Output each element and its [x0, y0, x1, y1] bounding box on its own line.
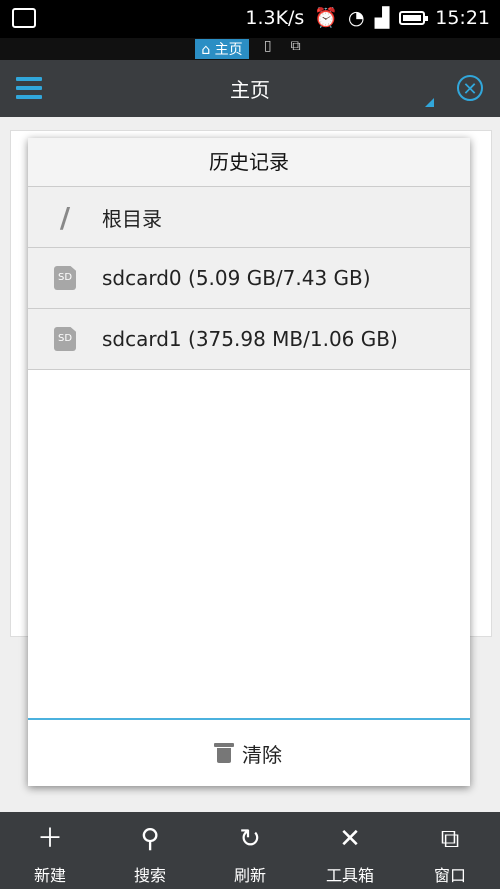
history-item-root[interactable]: / 根目录 [28, 187, 470, 248]
history-item-label: 根目录 [102, 206, 162, 231]
app-header: 主页 ✕ [0, 60, 500, 117]
new-button-label: 新建 [33, 866, 66, 885]
slash-icon: / [59, 200, 71, 234]
toolbox-button-label: 工具箱 [325, 866, 374, 885]
status-right: 1.3K/s ⏰ ◔ ▟ 15:21 [245, 6, 490, 30]
search-button-label: 搜索 [133, 866, 166, 885]
window-tab-bar: ⌂ 主页 ▯ ⧉ [0, 38, 500, 60]
history-item-sdcard0[interactable]: SD sdcard0 (5.09 GB/7.43 GB) [28, 248, 470, 309]
refresh-icon: ↻ [239, 824, 261, 854]
clear-button-label: 清除 [242, 742, 282, 767]
bottom-toolbar: ＋ 新建 ⚲ 搜索 ↻ 刷新 ✕ 工具箱 ⧉ 窗口 [0, 812, 500, 889]
close-icon[interactable]: ✕ [457, 75, 483, 101]
dropdown-indicator-icon[interactable] [425, 98, 434, 107]
tab-home[interactable]: ⌂ 主页 [195, 39, 249, 59]
clear-button[interactable]: 清除 [28, 718, 470, 786]
tools-icon: ✕ [339, 824, 361, 854]
status-bar: 1.3K/s ⏰ ◔ ▟ 15:21 [0, 0, 500, 38]
history-item-label: sdcard1 (375.98 MB/1.06 GB) [102, 327, 398, 351]
dialog-title: 历史记录 [28, 138, 470, 187]
sd-card-icon: SD [54, 266, 76, 290]
refresh-button[interactable]: ↻ 刷新 [200, 812, 300, 889]
clock: 15:21 [435, 6, 490, 29]
windows-button[interactable]: ⧉ 窗口 [400, 812, 500, 889]
multi-window-icon[interactable]: ⧉ [287, 38, 305, 60]
history-dialog: 历史记录 / 根目录 SD sdcard0 (5.09 GB/7.43 GB) … [28, 138, 470, 786]
refresh-button-label: 刷新 [233, 866, 266, 885]
phone-window-icon[interactable]: ▯ [259, 38, 277, 60]
battery-icon [399, 10, 429, 25]
sd-card-icon: SD [54, 327, 76, 351]
search-icon: ⚲ [140, 824, 160, 854]
history-item-label: sdcard0 (5.09 GB/7.43 GB) [102, 266, 371, 290]
gallery-icon [12, 8, 36, 28]
trash-icon [214, 743, 234, 763]
search-button[interactable]: ⚲ 搜索 [100, 812, 200, 889]
alarm-icon: ⏰ [314, 7, 339, 29]
signal-icon: ▟ [374, 6, 390, 29]
history-item-sdcard1[interactable]: SD sdcard1 (375.98 MB/1.06 GB) [28, 309, 470, 370]
windows-icon: ⧉ [440, 824, 460, 854]
network-speed: 1.3K/s [245, 6, 305, 29]
tab-home-label: 主页 [214, 42, 243, 58]
windows-button-label: 窗口 [433, 866, 466, 885]
plus-icon: ＋ [36, 824, 63, 854]
new-button[interactable]: ＋ 新建 [0, 812, 100, 889]
toolbox-button[interactable]: ✕ 工具箱 [300, 812, 400, 889]
wifi-icon: ◔ [348, 6, 365, 29]
